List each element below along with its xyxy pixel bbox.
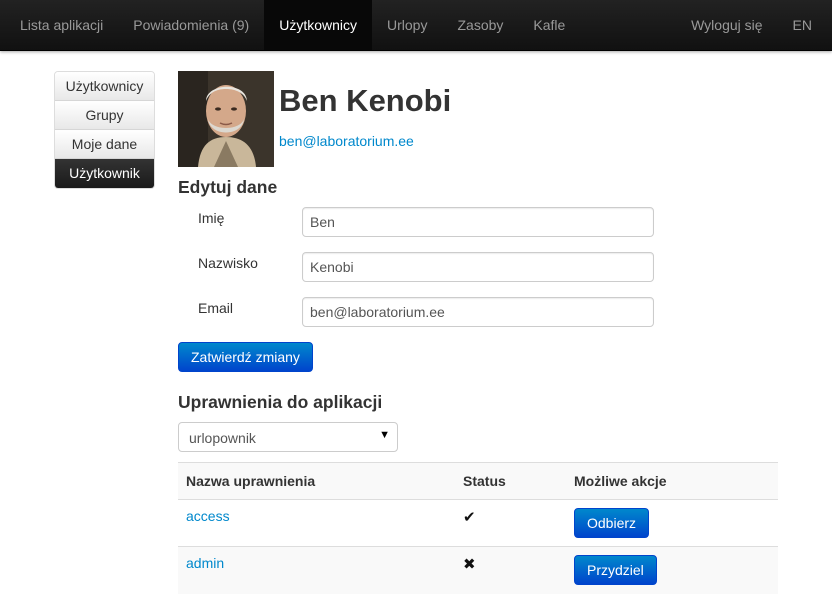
sidebar-item-my-data[interactable]: Moje dane (55, 130, 154, 159)
first-name-label: Imię (198, 210, 225, 226)
column-header-actions: Możliwe akcje (566, 462, 778, 500)
revoke-button[interactable]: Odbierz (574, 508, 650, 538)
user-email-link[interactable]: ben@laboratorium.ee (279, 133, 414, 149)
nav-item-resources[interactable]: Zasoby (442, 0, 518, 50)
grant-button[interactable]: Przydziel (574, 555, 657, 585)
permission-actions-cell: Odbierz (566, 499, 778, 547)
side-menu: Użytkownicy Grupy Moje dane Użytkownik (54, 71, 155, 189)
permission-name-cell: admin (178, 546, 455, 594)
nav-item-leaves[interactable]: Urlopy (372, 0, 442, 50)
logout-link[interactable]: Wyloguj się (676, 0, 777, 50)
email-label: Email (198, 300, 234, 316)
permission-link-admin[interactable]: admin (186, 555, 224, 571)
sidebar-item-users[interactable]: Użytkownicy (55, 72, 154, 101)
last-name-field[interactable] (302, 252, 654, 282)
first-name-field[interactable] (302, 207, 654, 237)
cross-icon: ✖ (463, 556, 476, 573)
edit-data-heading: Edytuj dane (178, 177, 278, 197)
nav-item-notifications[interactable]: Powiadomienia (9) (118, 0, 264, 50)
permission-link-access[interactable]: access (186, 508, 230, 524)
application-select-value: urlopownik (189, 430, 256, 446)
chevron-down-icon: ▼ (379, 429, 390, 441)
table-row: access ✔ Odbierz (178, 499, 778, 547)
navbar-left: Lista aplikacji Powiadomienia (9) Użytko… (5, 0, 580, 50)
application-select[interactable]: urlopownik ▼ (178, 422, 398, 452)
avatar (178, 71, 274, 167)
column-header-name: Nazwa uprawnienia (178, 462, 455, 500)
submit-changes-button[interactable]: Zatwierdź zmiany (178, 342, 313, 372)
table-row: admin ✖ Przydziel (178, 546, 778, 594)
top-navbar: Lista aplikacji Powiadomienia (9) Użytko… (0, 0, 832, 51)
last-name-label: Nazwisko (198, 255, 258, 271)
permission-actions-cell: Przydziel (566, 546, 778, 594)
sidebar-item-groups[interactable]: Grupy (55, 101, 154, 130)
checkmark-icon: ✔ (463, 509, 476, 526)
email-field[interactable] (302, 297, 654, 327)
permission-name-cell: access (178, 499, 455, 547)
permission-status-cell: ✖ (455, 546, 566, 594)
nav-item-users[interactable]: Użytkownicy (264, 0, 373, 50)
avatar-portrait (178, 71, 274, 167)
table-header-row: Nazwa uprawnienia Status Możliwe akcje (178, 462, 778, 500)
permissions-table: Nazwa uprawnienia Status Możliwe akcje a… (178, 462, 778, 594)
sidebar-item-user[interactable]: Użytkownik (55, 159, 154, 188)
permissions-heading: Uprawnienia do aplikacji (178, 392, 383, 412)
user-full-name: Ben Kenobi (279, 83, 452, 118)
navbar-right: Wyloguj się EN (676, 0, 827, 50)
nav-item-tiles[interactable]: Kafle (518, 0, 580, 50)
language-switch[interactable]: EN (778, 0, 827, 50)
permission-status-cell: ✔ (455, 499, 566, 547)
nav-item-app-list[interactable]: Lista aplikacji (5, 0, 118, 50)
column-header-status: Status (455, 462, 566, 500)
